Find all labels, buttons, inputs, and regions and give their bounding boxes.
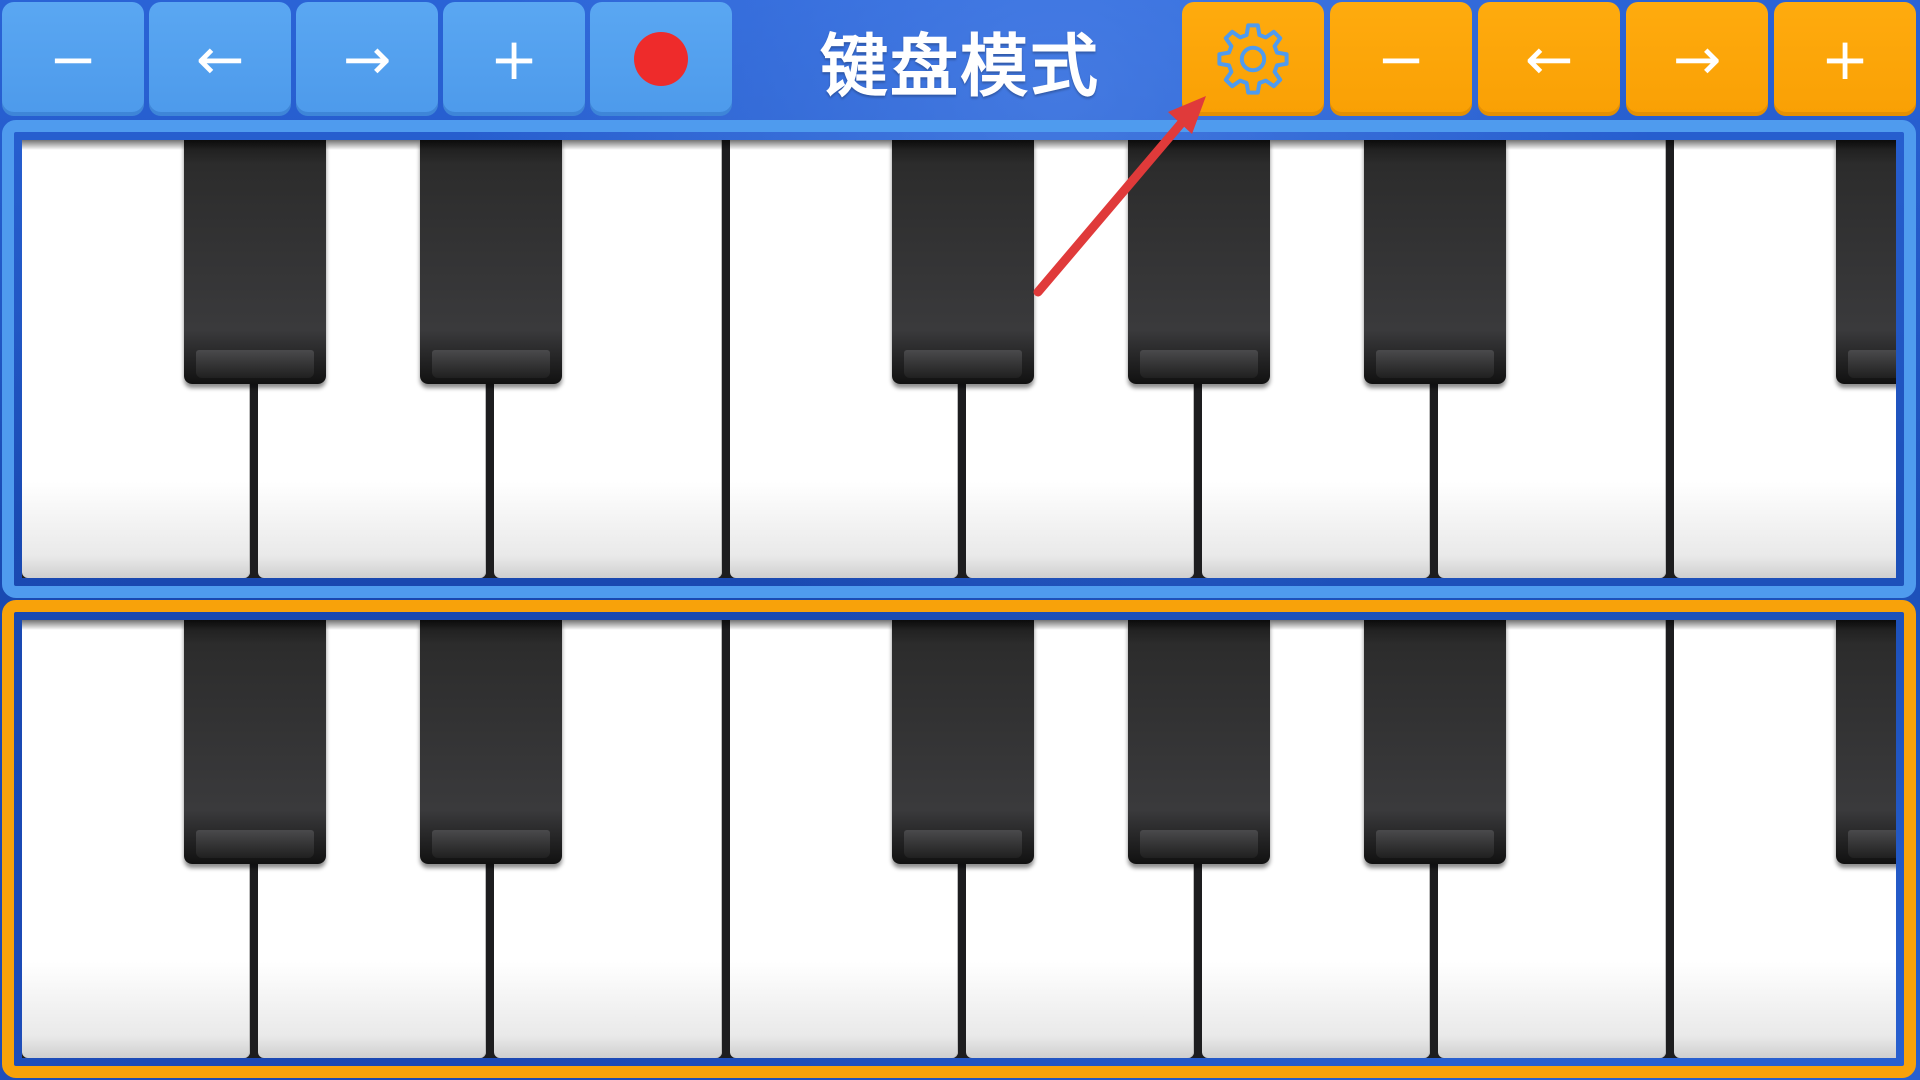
minus-icon: − (48, 25, 98, 93)
plus-icon: + (1820, 25, 1870, 93)
plus-icon: + (489, 25, 539, 93)
black-key[interactable] (1364, 140, 1506, 384)
arrow-left-icon: ← (195, 25, 245, 93)
arrow-right-icon: → (1672, 25, 1722, 93)
record-dot-icon (634, 32, 688, 86)
lower-shift-left-button[interactable]: ← (1478, 2, 1620, 116)
arrow-right-icon: → (342, 25, 392, 93)
lower-zoom-in-button[interactable]: + (1774, 2, 1916, 116)
page-title: 键盘模式 (819, 27, 1100, 107)
black-key[interactable] (1364, 620, 1506, 864)
black-key[interactable] (1836, 620, 1896, 864)
settings-button[interactable] (1182, 2, 1324, 116)
black-key[interactable] (892, 620, 1034, 864)
black-key[interactable] (1128, 140, 1270, 384)
black-key[interactable] (1836, 140, 1896, 384)
upper-zoom-in-button[interactable]: + (443, 2, 585, 116)
black-key[interactable] (1128, 620, 1270, 864)
black-key[interactable] (184, 620, 326, 864)
black-key[interactable] (420, 140, 562, 384)
lower-keyboard (2, 600, 1916, 1078)
black-key[interactable] (892, 140, 1034, 384)
arrow-left-icon: ← (1524, 25, 1574, 93)
lower-keyboard-keys (22, 620, 1896, 1058)
black-key[interactable] (420, 620, 562, 864)
black-key[interactable] (184, 140, 326, 384)
gear-icon (1217, 23, 1289, 95)
upper-keyboard (2, 120, 1916, 598)
upper-zoom-out-button[interactable]: − (2, 2, 144, 116)
upper-keyboard-keys (22, 140, 1896, 578)
minus-icon: − (1376, 25, 1426, 93)
lower-shift-right-button[interactable]: → (1626, 2, 1768, 116)
upper-shift-left-button[interactable]: ← (149, 2, 291, 116)
lower-zoom-out-button[interactable]: − (1330, 2, 1472, 116)
record-button[interactable] (590, 2, 732, 116)
toolbar: − ← → + 键盘模式 − ← → + (0, 0, 1920, 122)
upper-shift-right-button[interactable]: → (296, 2, 438, 116)
